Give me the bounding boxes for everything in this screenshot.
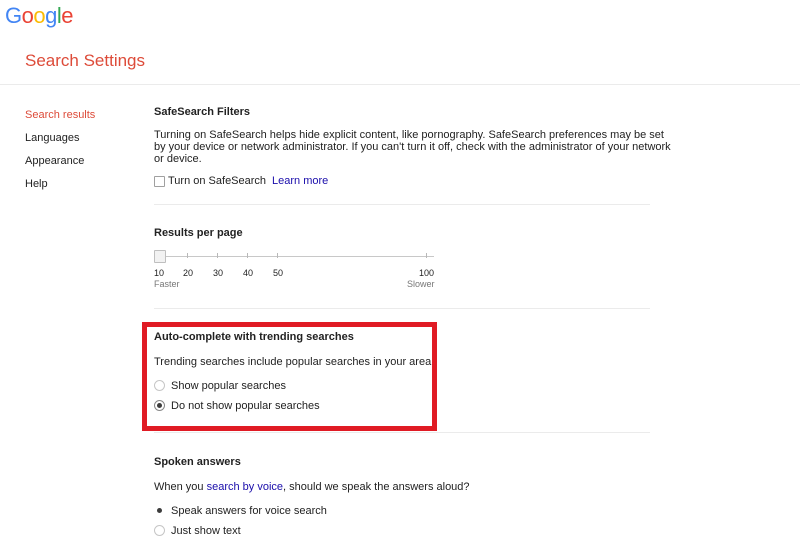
section-divider — [154, 432, 650, 433]
slider-tick-label: 20 — [183, 268, 194, 278]
slider-tick — [277, 253, 278, 258]
safesearch-description-line: by your device or network administrator.… — [154, 141, 671, 153]
results-slider-track[interactable] — [154, 256, 432, 257]
speak-answers-label[interactable]: Speak answers for voice search — [171, 505, 327, 517]
google-logo[interactable]: Google — [5, 3, 74, 29]
spoken-answers-title: Spoken answers — [154, 456, 241, 468]
slider-tick-label: 100 — [419, 268, 435, 278]
logo-letter: g — [45, 3, 57, 28]
logo-letter: e — [61, 3, 74, 28]
sidebar-item-languages[interactable]: Languages — [25, 127, 95, 150]
spoken-answers-question: When you search by voice, should we spea… — [154, 481, 470, 493]
sidebar-nav: Search results Languages Appearance Help — [25, 104, 95, 196]
just-show-text-radio[interactable] — [154, 525, 165, 536]
highlight-box — [142, 322, 437, 431]
safesearch-title: SafeSearch Filters — [154, 106, 250, 118]
slider-tick — [426, 253, 427, 258]
safesearch-description-line: or device. — [154, 153, 202, 165]
search-by-voice-link[interactable]: search by voice — [207, 481, 283, 493]
question-prefix: When you — [154, 481, 207, 493]
slider-tick — [247, 253, 248, 258]
slider-tick-label: 30 — [213, 268, 224, 278]
section-divider — [154, 204, 650, 205]
sidebar-item-help[interactable]: Help — [25, 173, 95, 196]
slider-tick-label: 10 — [154, 268, 165, 278]
just-show-text-label[interactable]: Just show text — [171, 525, 241, 537]
question-suffix: , should we speak the answers aloud? — [283, 481, 470, 493]
slider-max-label: Slower — [407, 279, 435, 289]
slider-tick — [217, 253, 218, 258]
header-divider — [0, 84, 800, 85]
results-per-page-title: Results per page — [154, 227, 243, 239]
slider-tick — [187, 253, 188, 258]
logo-letter: G — [5, 3, 22, 28]
logo-letter: o — [21, 3, 34, 28]
sidebar-item-appearance[interactable]: Appearance — [25, 150, 95, 173]
safesearch-checkbox[interactable] — [154, 176, 165, 187]
logo-letter: o — [33, 3, 46, 28]
learn-more-link[interactable]: Learn more — [272, 175, 328, 187]
section-divider — [154, 308, 650, 309]
slider-min-label: Faster — [154, 279, 180, 289]
slider-tick-label: 50 — [273, 268, 284, 278]
slider-tick-label: 40 — [243, 268, 254, 278]
speak-answers-radio[interactable] — [154, 505, 165, 516]
safesearch-checkbox-label[interactable]: Turn on SafeSearch — [168, 175, 266, 187]
results-slider-handle[interactable] — [154, 250, 166, 263]
page-title: Search Settings — [25, 51, 146, 70]
sidebar-item-search-results[interactable]: Search results — [25, 104, 95, 127]
safesearch-description-line: Turning on SafeSearch helps hide explici… — [154, 129, 664, 141]
results-slider-track-end — [432, 256, 434, 257]
